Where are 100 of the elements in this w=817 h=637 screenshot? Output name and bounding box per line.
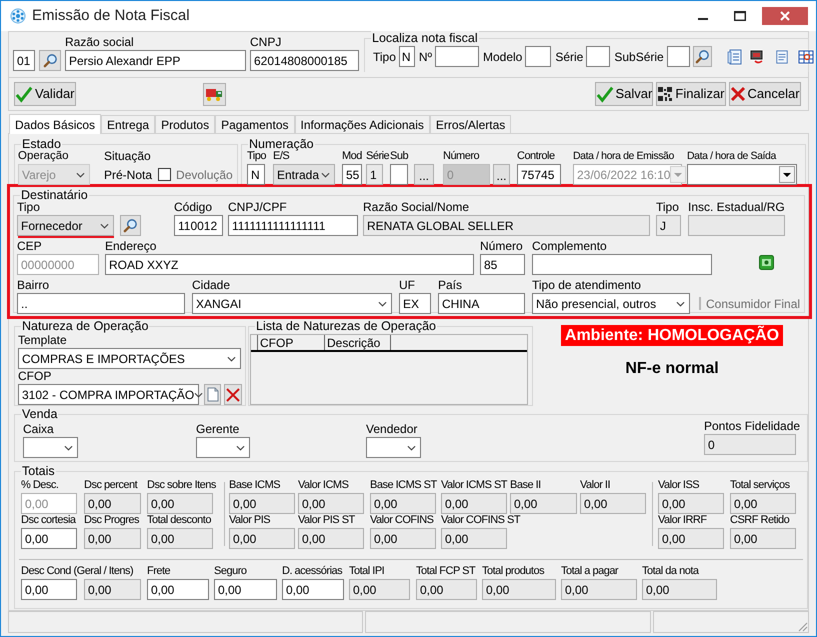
document-icon[interactable] [774,48,789,64]
field-label: CEP [17,239,42,254]
text-field[interactable]: N [398,46,415,67]
tab[interactable]: Entrega [101,115,156,133]
dropdown[interactable] [23,437,78,458]
qr-code-icon [657,86,674,102]
search-button[interactable] [692,46,712,67]
text-field[interactable]: 0,00 [298,493,364,514]
text-field[interactable]: RENATA GLOBAL SELLER [363,215,650,236]
text-field[interactable]: 0,00 [147,493,213,514]
text-field[interactable]: 0,00 [370,493,436,514]
text-field[interactable]: 62014808000185 [250,50,359,71]
checkbox[interactable] [158,168,172,181]
close-button[interactable] [762,7,808,25]
text-field[interactable]: 85 [480,254,525,275]
page-icon [206,387,218,402]
text-field[interactable] [525,46,552,67]
text-field[interactable]: 0,00 [84,528,141,549]
cash-icon[interactable] [759,255,774,270]
text-field[interactable] [532,254,712,275]
text-field[interactable]: 0,00 [229,528,295,549]
text-field[interactable]: 0,00 [229,493,295,514]
date-picker[interactable] [687,164,797,185]
tab[interactable]: Informações Adicionais [294,115,430,133]
text-field[interactable]: 110012 [174,215,223,236]
truck-button[interactable] [202,82,226,106]
text-field[interactable]: 0,00 [349,579,410,600]
text-field[interactable]: 0,00 [282,579,344,600]
search-button[interactable] [39,50,61,71]
delete-button[interactable] [224,384,242,405]
dropdown[interactable] [196,437,250,458]
dropdown[interactable]: Fornecedor [17,215,114,236]
text-field[interactable]: N [247,164,265,185]
text-field[interactable]: 75745 [517,164,561,185]
text-field[interactable]: 0,00 [642,579,717,600]
text-field[interactable]: 01 [13,50,35,71]
text-field[interactable]: 0,00 [84,579,141,600]
table-icon[interactable] [798,48,814,64]
text-field[interactable]: 0,00 [561,579,637,600]
toolbar-button[interactable]: Salvar [594,82,654,106]
field-label: Valor ISS [658,478,700,493]
text-field[interactable]: 0,00 [510,493,577,514]
text-field[interactable]: 0,00 [147,579,209,600]
tab[interactable]: Erros/Alertas [430,115,512,133]
text-field[interactable] [586,46,610,67]
text-field[interactable]: .. [17,293,185,314]
text-field[interactable]: CHINA [438,293,525,314]
device-icon[interactable] [748,48,765,64]
text-field[interactable] [688,215,785,236]
new-button[interactable] [204,384,221,405]
text-field[interactable]: 0,00 [658,528,724,549]
text-field[interactable]: 0,00 [416,579,477,600]
toolbar-button[interactable]: Finalizar [656,82,726,106]
text-field[interactable]: 1 [366,164,383,185]
ellipsis-button[interactable]: ... [414,164,434,185]
text-field[interactable]: ROAD XXYZ [105,254,474,275]
field-label: Situação [104,149,152,164]
toolbar-button[interactable]: Validar [14,82,76,106]
text-field[interactable] [390,164,408,185]
text-field[interactable]: 0,00 [730,493,796,514]
text-field[interactable]: 0,00 [441,493,507,514]
text-field[interactable]: 0,00 [730,528,796,549]
text-field[interactable]: 0,00 [658,493,724,514]
search-button[interactable] [120,215,141,236]
text-field[interactable]: 0,00 [21,579,77,600]
text-field[interactable]: 0,00 [298,528,364,549]
field-label: % Desc. [21,478,58,493]
dropdown[interactable]: Não presencial, outros [532,293,690,314]
ellipsis-button[interactable]: ... [493,164,510,185]
resize-grip-icon[interactable] [796,620,808,632]
dropdown[interactable]: COMPRAS E IMPORTAÇÕES [18,348,241,369]
text-field[interactable]: Persio Alexandr EPP [65,50,246,71]
field-label: Valor COFINS [370,513,434,528]
text-field[interactable]: EX [399,293,431,314]
text-field[interactable]: 0,00 [147,528,213,549]
text-field[interactable]: 55 [342,164,362,185]
text-field[interactable]: 0 [704,434,796,455]
field-label: Base II [510,478,541,493]
toolbar-button[interactable]: Cancelar [728,82,801,106]
dropdown[interactable] [366,437,421,458]
tab[interactable]: Pagamentos [215,115,294,133]
text-field[interactable] [434,46,479,67]
text-field[interactable]: 0,00 [21,528,77,549]
document-list-icon[interactable] [726,48,743,64]
text-field[interactable] [666,46,690,67]
field-label: CSRF Retido [730,513,790,528]
dropdown[interactable]: Entrada [273,164,335,185]
text-field[interactable]: 0,00 [84,493,141,514]
text-field[interactable]: 0,00 [482,579,556,600]
text-field[interactable]: 0,00 [370,528,436,549]
text-field[interactable]: 0,00 [441,528,507,549]
tab[interactable]: Produtos [155,115,216,133]
text-field[interactable]: 0,00 [580,493,646,514]
dropdown[interactable]: XANGAI [192,293,392,314]
tab[interactable]: Dados Básicos [9,114,102,134]
maximize-icon[interactable] [734,11,746,21]
text-field[interactable]: 1111111111111111 [228,215,358,236]
text-field[interactable]: 0,00 [214,579,277,600]
text-field[interactable]: J [656,215,681,236]
field-label: Data / hora de Saída [687,149,776,164]
